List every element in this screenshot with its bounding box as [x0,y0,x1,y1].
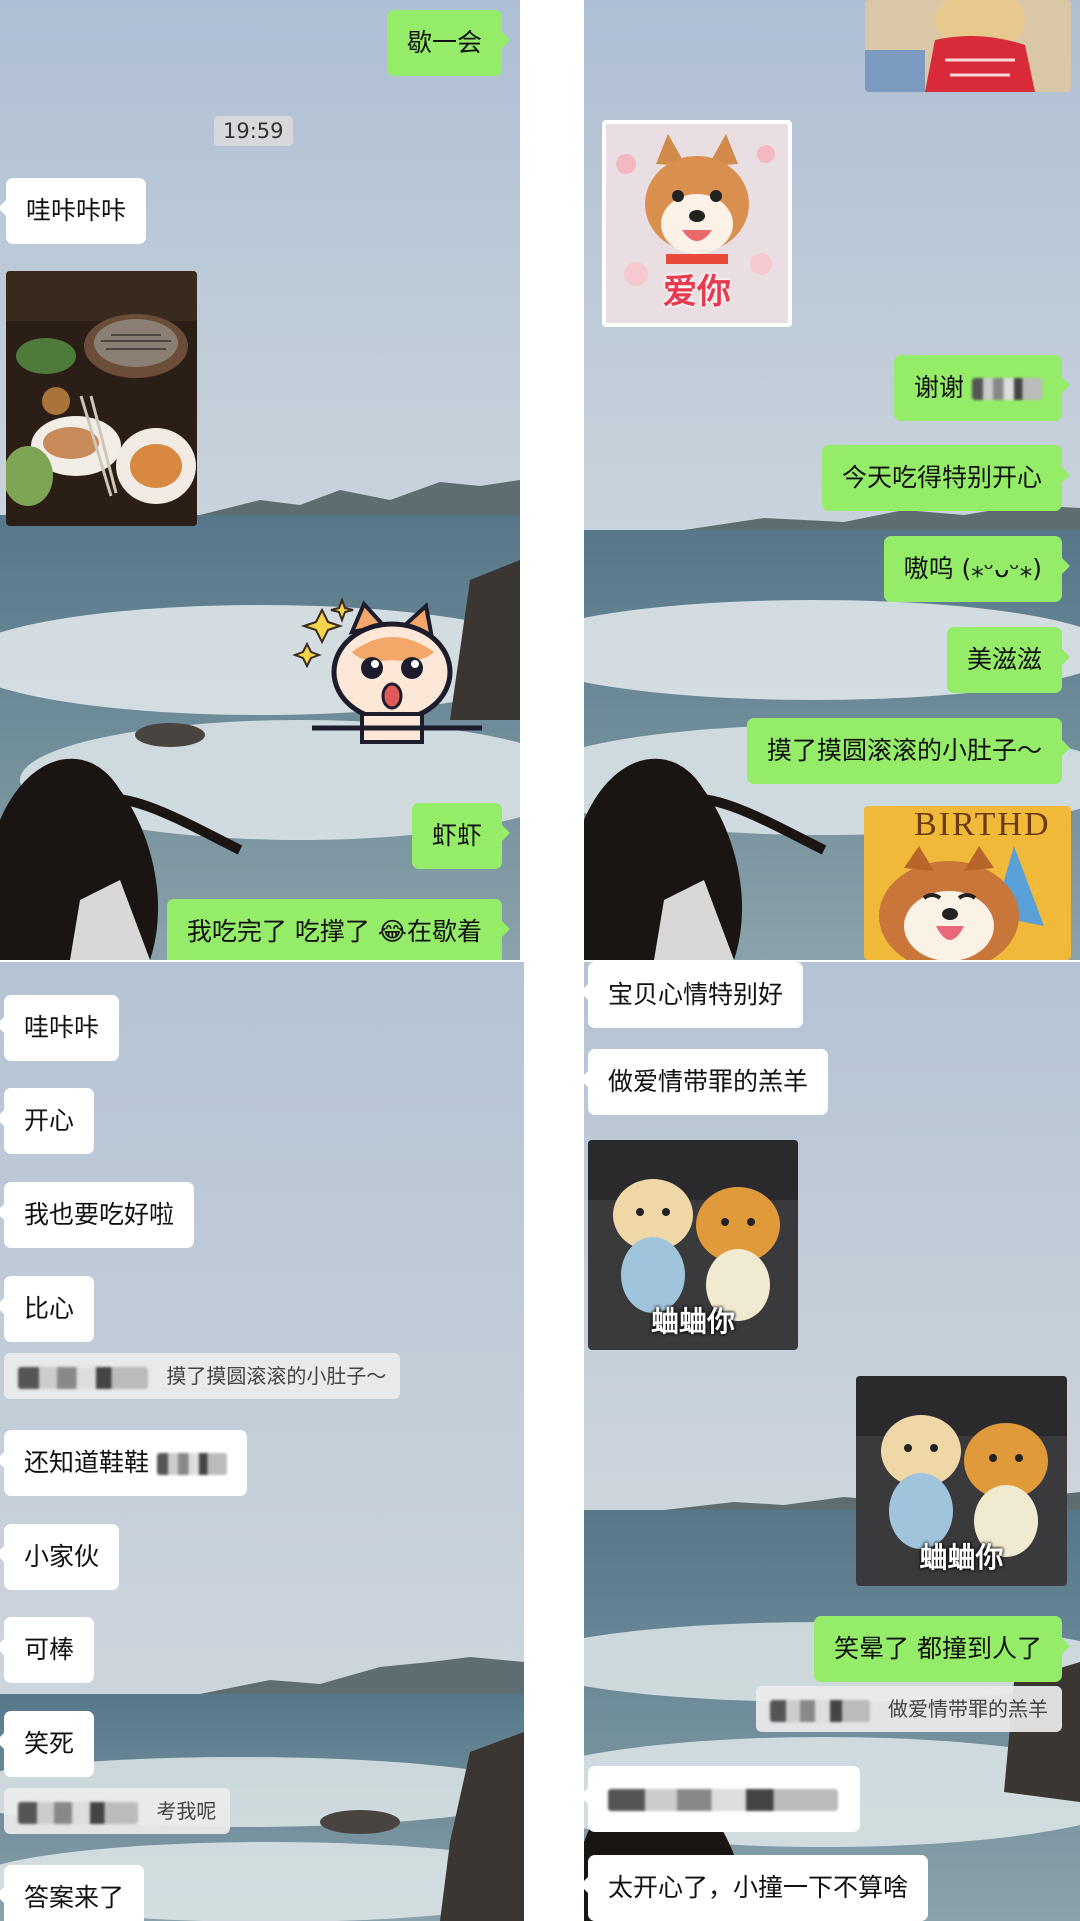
message-wow[interactable]: 哇咔咔咔 [0,178,147,244]
message-happy[interactable]: 开心 [0,1088,95,1154]
quoted-message-belly[interactable]: 摸了摸圆滚滚的小肚子～ [4,1353,401,1399]
chat-panel-bottom-right: 宝贝心情特别好 做爱情带罪的羔羊 蛐蛐你 蛐蛐你 笑晕了 都撞到人了 做爱情带罪… [584,962,1080,1921]
message-redacted[interactable] [584,1766,860,1832]
redacted-name [18,1801,138,1824]
redacted-name [18,1366,148,1389]
message-happy-today[interactable]: 今天吃得特别开心 [821,445,1071,511]
message-awoo[interactable]: 嗷呜 (⁎ᵕᴗᵕ⁎) [883,536,1071,602]
message-eat-well[interactable]: 我也要吃好啦 [0,1182,195,1248]
quote-text: 考我呢 [156,1799,217,1823]
redacted-name [972,378,1042,400]
timestamp: 19:59 [214,116,293,146]
chat-panel-top-left: 歇一会 19:59 哇咔咔咔 虾虾 我吃完了 吃撑了 😂在歇着 [0,0,520,960]
redacted-name [769,1699,870,1722]
bear-toy-photo[interactable] [865,0,1071,92]
sticker-caption: 爱你 [663,272,731,312]
message-yummy[interactable]: 美滋滋 [946,627,1071,693]
message-lol[interactable]: 笑死 [0,1711,95,1777]
quote-text: 做爱情带罪的羔羊 [888,1697,1048,1721]
message-great[interactable]: 可棒 [0,1617,95,1683]
redacted-text [608,1789,838,1811]
sticker-caption: 蛐蛐你 [650,1305,735,1338]
message-rest[interactable]: 歇一会 [386,10,511,76]
message-belly[interactable]: 摸了摸圆滚滚的小肚子～ [746,718,1071,784]
birthday-dog-photo[interactable]: BIRTHD [864,806,1071,960]
message-shrimp[interactable]: 虾虾 [411,803,511,869]
quote-text: 摸了摸圆滚滚的小肚子～ [166,1364,387,1388]
birthday-banner-text: BIRTHD [914,806,1051,843]
message-wow[interactable]: 哇咔咔 [0,995,120,1061]
chat-panel-top-right: 爱你 谢谢 今天吃得特别开心 嗷呜 (⁎ᵕᴗᵕ⁎) 美滋滋 摸了摸圆滚滚的小肚子… [584,0,1080,960]
quoted-message-scapegoat[interactable]: 做爱情带罪的羔羊 [755,1686,1062,1732]
chat-panel-bottom-left: 哇咔咔 开心 我也要吃好啦 比心 摸了摸圆滚滚的小肚子～ 还知道鞋鞋 小家伙 可… [0,962,524,1921]
message-thanks[interactable]: 谢谢 [894,355,1070,421]
sticker-caption: 蛐蛐你 [919,1541,1004,1574]
plush-sticker-1[interactable]: 蛐蛐你 [588,1140,798,1350]
redacted-text [156,1453,227,1475]
food-photo[interactable] [6,271,197,526]
quoted-message-test[interactable]: 考我呢 [4,1788,231,1834]
shoes-text: 还知道鞋鞋 [24,1448,150,1477]
message-shoes[interactable]: 还知道鞋鞋 [0,1430,247,1496]
message-good-mood[interactable]: 宝贝心情特别好 [584,962,804,1028]
thanks-text: 谢谢 [914,373,965,402]
message-answer[interactable]: 答案来了 [0,1865,145,1921]
corgi-sticker[interactable] [292,592,482,752]
message-bump-ok[interactable]: 太开心了，小撞一下不算啥 [584,1855,929,1921]
message-little[interactable]: 小家伙 [0,1524,120,1590]
message-scapegoat[interactable]: 做爱情带罪的羔羊 [584,1049,829,1115]
love-you-dog-sticker[interactable]: 爱你 [602,120,792,327]
message-full[interactable]: 我吃完了 吃撑了 😂在歇着 [166,899,511,960]
message-bump[interactable]: 笑晕了 都撞到人了 [814,1616,1070,1682]
plush-sticker-2[interactable]: 蛐蛐你 [856,1376,1067,1586]
message-heart[interactable]: 比心 [0,1276,95,1342]
